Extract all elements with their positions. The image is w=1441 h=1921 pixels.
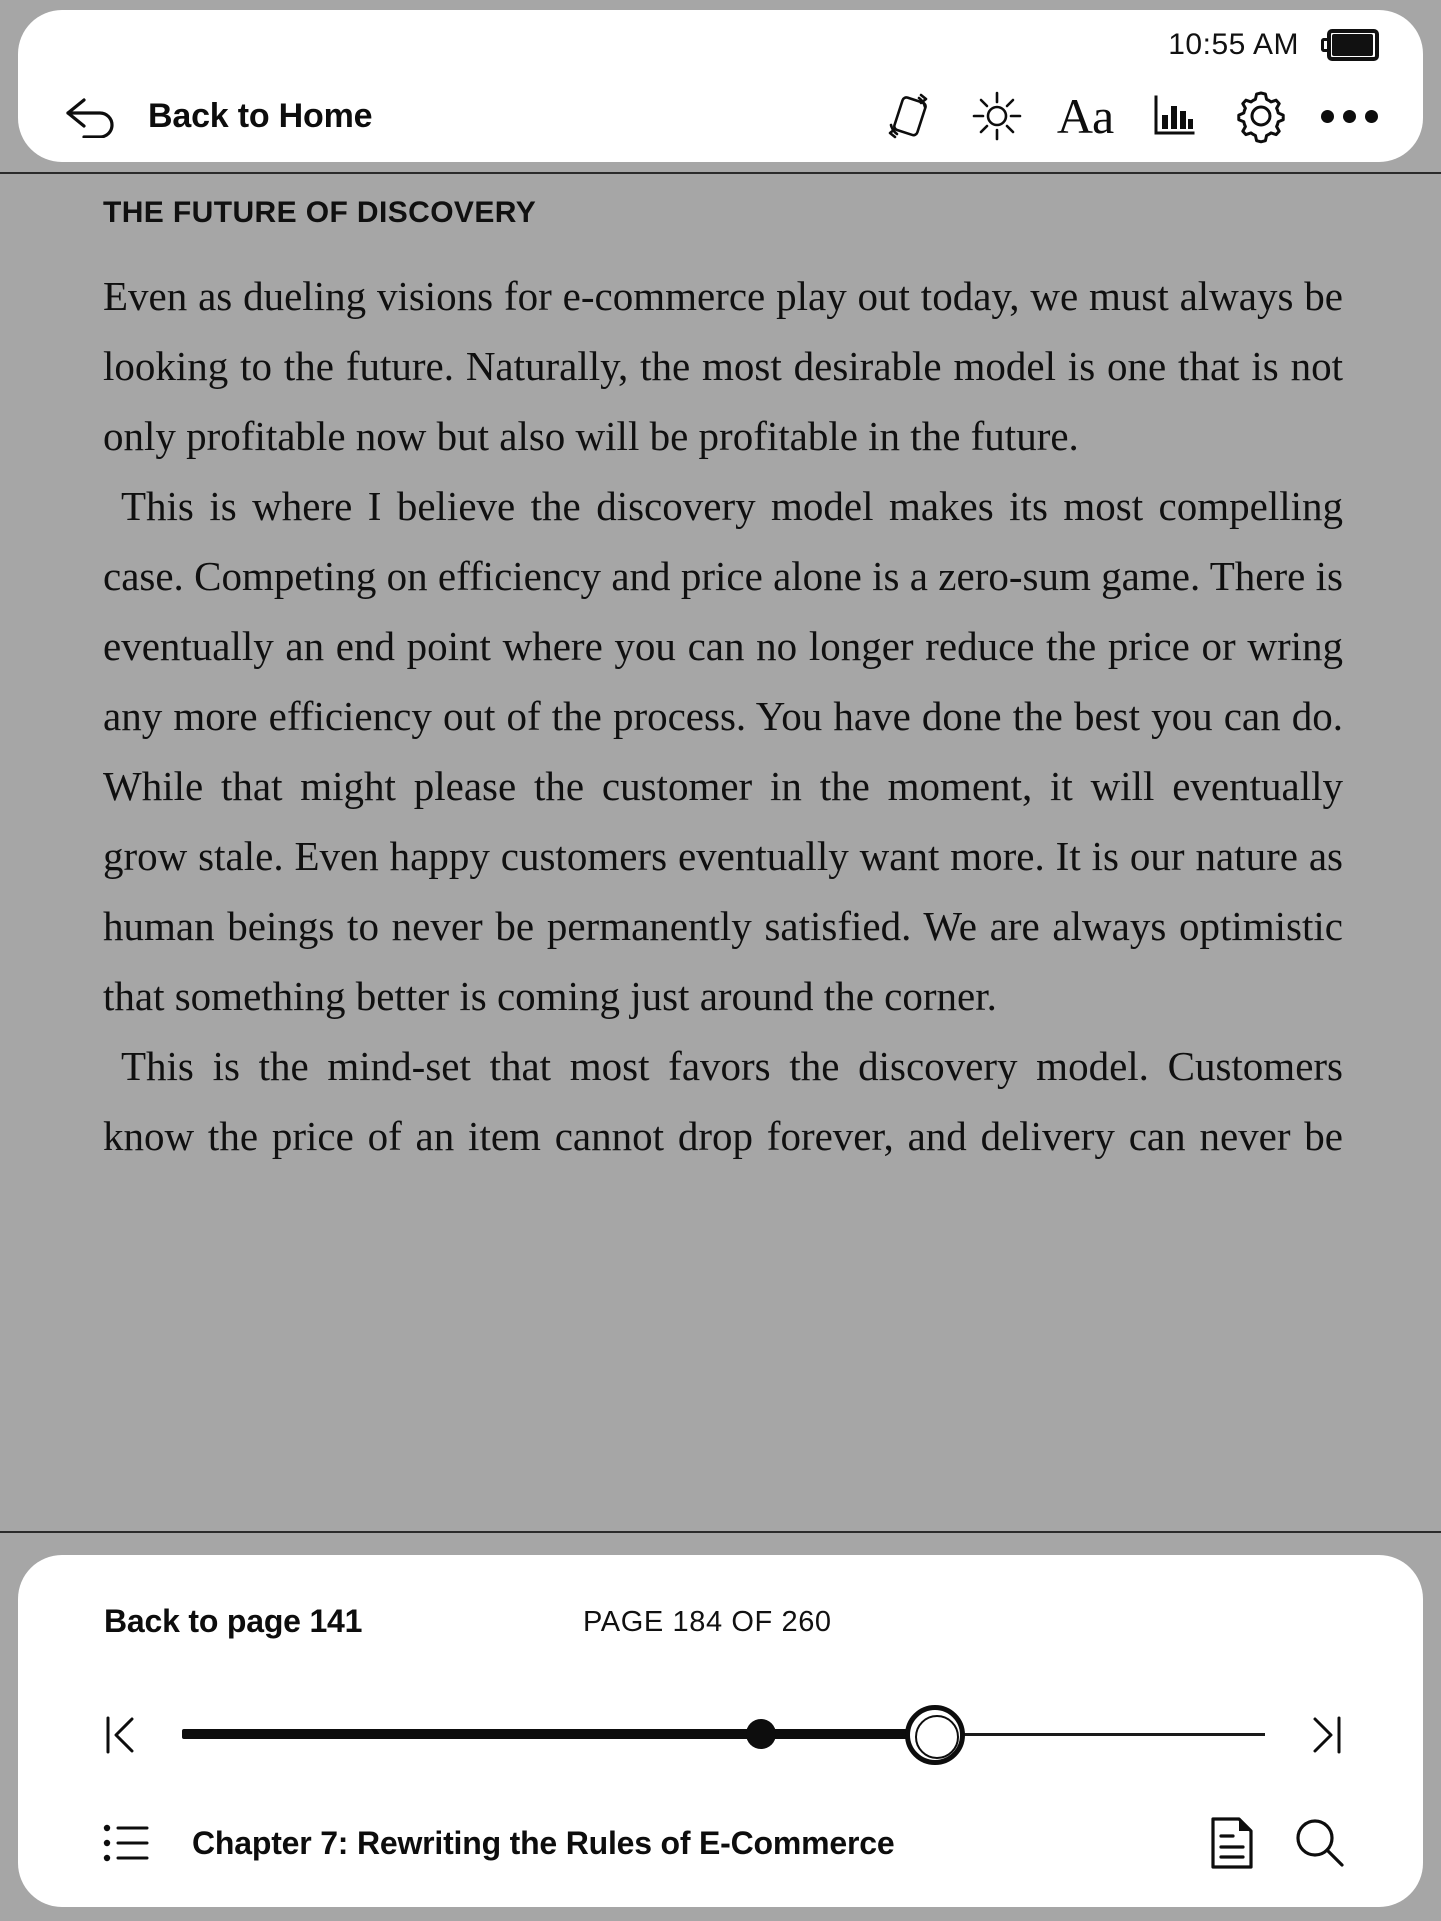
skip-to-start-icon[interactable] [84, 1699, 160, 1771]
font-size-icon[interactable]: Aa [1041, 72, 1129, 160]
search-icon[interactable] [1289, 1812, 1351, 1874]
top-toolbar-actions: Aa [865, 72, 1423, 160]
top-toolbar-row: Back to Home Aa [18, 70, 1423, 162]
slider-progress-fill [182, 1729, 935, 1739]
more-dots [1320, 109, 1378, 123]
page-divider-bottom [0, 1531, 1441, 1533]
body-paragraph: This is where I believe the discovery mo… [103, 483, 1343, 1019]
back-to-page-button[interactable]: Back to page 141 [104, 1603, 362, 1640]
slider-thumb[interactable] [904, 1705, 965, 1765]
table-of-contents-icon[interactable] [96, 1812, 158, 1874]
section-subheading: THE FUTURE OF DISCOVERY [103, 196, 537, 229]
status-bar: 10:55 AM [1168, 28, 1379, 62]
page-body: THE FUTURE OF DISCOVERY Even as dueling … [103, 196, 1343, 1176]
gear-icon[interactable] [1217, 72, 1305, 160]
bottom-toolbar-panel: Back to page 141 PAGE 184 OF 260 Chapter… [18, 1555, 1423, 1907]
more-icon[interactable] [1305, 72, 1393, 160]
battery-full-icon [1321, 29, 1379, 61]
slider-bookmark-marker[interactable] [746, 1719, 777, 1749]
page-divider-top [0, 172, 1441, 174]
page-slider-row [18, 1699, 1423, 1771]
chapter-row: Chapter 7: Rewriting the Rules of E-Comm… [18, 1803, 1423, 1883]
notes-icon[interactable] [1201, 1812, 1263, 1874]
top-toolbar-panel: 10:55 AM Back to Home Aa [18, 10, 1423, 162]
reading-stats-icon[interactable] [1129, 72, 1217, 160]
body-paragraph: Even as dueling visions for e-commerce p… [103, 273, 1343, 459]
chapter-title-label[interactable]: Chapter 7: Rewriting the Rules of E-Comm… [192, 1825, 895, 1862]
bottom-header-row: Back to page 141 PAGE 184 OF 260 [18, 1603, 1423, 1653]
skip-to-end-icon[interactable] [1287, 1699, 1363, 1771]
page-progress-slider[interactable] [182, 1699, 1265, 1771]
page-indicator-label: PAGE 184 OF 260 [583, 1606, 832, 1638]
rotation-lock-icon[interactable] [865, 72, 953, 160]
chapter-actions [1201, 1812, 1423, 1874]
font-size-label: Aa [1056, 88, 1114, 144]
body-paragraph: This is the mind-set that most favors th… [103, 1043, 1343, 1159]
back-arrow-icon [64, 94, 122, 138]
back-to-home-button[interactable]: Back to Home [64, 94, 373, 138]
brightness-icon[interactable] [953, 72, 1041, 160]
back-to-home-label: Back to Home [148, 96, 373, 135]
clock-label: 10:55 AM [1168, 28, 1299, 61]
